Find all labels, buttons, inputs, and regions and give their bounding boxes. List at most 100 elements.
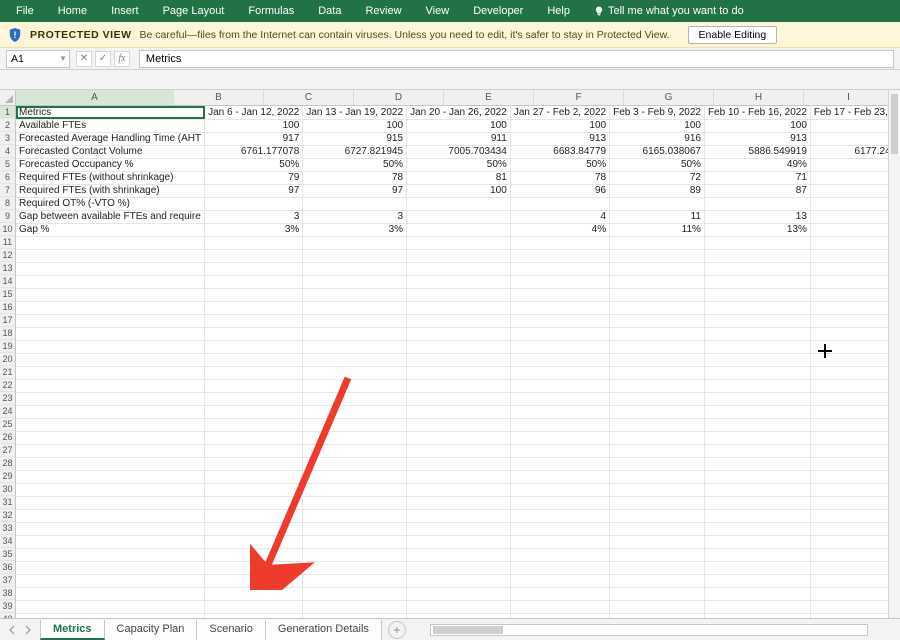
- cell-E30[interactable]: [510, 483, 609, 496]
- cell-F3[interactable]: 916: [610, 132, 705, 145]
- cell-C16[interactable]: [303, 301, 407, 314]
- add-sheet-button[interactable]: +: [388, 621, 406, 639]
- column-headers[interactable]: ABCDEFGHI: [16, 90, 900, 106]
- row-header-15[interactable]: 15: [0, 288, 15, 301]
- enable-editing-button[interactable]: Enable Editing: [688, 26, 778, 44]
- cell-A11[interactable]: [16, 236, 205, 249]
- cell-H36[interactable]: [810, 561, 900, 574]
- cell-H14[interactable]: [810, 275, 900, 288]
- row-header-9[interactable]: 9: [0, 210, 15, 223]
- cell-E39[interactable]: [510, 600, 609, 613]
- cell-F16[interactable]: [610, 301, 705, 314]
- cell-F4[interactable]: 6165.038067: [610, 145, 705, 158]
- column-header-C[interactable]: C: [264, 90, 354, 105]
- cell-G15[interactable]: [704, 288, 810, 301]
- cell-H10[interactable]: 9%: [810, 223, 900, 236]
- cell-C15[interactable]: [303, 288, 407, 301]
- cell-G6[interactable]: 71: [704, 171, 810, 184]
- cell-D31[interactable]: [407, 496, 511, 509]
- cell-D14[interactable]: [407, 275, 511, 288]
- cell-C4[interactable]: 6727.821945: [303, 145, 407, 158]
- cell-D24[interactable]: [407, 405, 511, 418]
- cell-H13[interactable]: [810, 262, 900, 275]
- cell-A3[interactable]: Forecasted Average Handling Time (AHT: [16, 132, 205, 145]
- column-header-F[interactable]: F: [534, 90, 624, 105]
- cell-D6[interactable]: 81: [407, 171, 511, 184]
- row-header-38[interactable]: 38: [0, 587, 15, 600]
- row-header-24[interactable]: 24: [0, 405, 15, 418]
- column-header-B[interactable]: B: [174, 90, 264, 105]
- cell-E10[interactable]: 4%: [510, 223, 609, 236]
- cell-A30[interactable]: [16, 483, 205, 496]
- cell-B39[interactable]: [205, 600, 303, 613]
- confirm-formula-button[interactable]: ✓: [95, 51, 111, 67]
- cell-H28[interactable]: [810, 457, 900, 470]
- cell-C2[interactable]: 100: [303, 119, 407, 132]
- cell-E25[interactable]: [510, 418, 609, 431]
- row-header-32[interactable]: 32: [0, 509, 15, 522]
- cell-E18[interactable]: [510, 327, 609, 340]
- cell-D33[interactable]: [407, 522, 511, 535]
- tab-nav-prev[interactable]: [6, 623, 20, 637]
- cell-E6[interactable]: 78: [510, 171, 609, 184]
- cell-G18[interactable]: [704, 327, 810, 340]
- cell-G3[interactable]: 913: [704, 132, 810, 145]
- ribbon-tab-help[interactable]: Help: [535, 0, 582, 22]
- cell-C20[interactable]: [303, 353, 407, 366]
- cell-H18[interactable]: [810, 327, 900, 340]
- cell-B27[interactable]: [205, 444, 303, 457]
- cell-H38[interactable]: [810, 587, 900, 600]
- cell-B2[interactable]: 100: [205, 119, 303, 132]
- insert-function-button[interactable]: fx: [114, 51, 130, 67]
- cell-G21[interactable]: [704, 366, 810, 379]
- cell-G17[interactable]: [704, 314, 810, 327]
- cell-A33[interactable]: [16, 522, 205, 535]
- cell-C12[interactable]: [303, 249, 407, 262]
- horizontal-scrollbar-thumb[interactable]: [433, 626, 503, 634]
- row-header-25[interactable]: 25: [0, 418, 15, 431]
- ribbon-tab-insert[interactable]: Insert: [99, 0, 151, 22]
- cell-D35[interactable]: [407, 548, 511, 561]
- cell-A32[interactable]: [16, 509, 205, 522]
- cell-E15[interactable]: [510, 288, 609, 301]
- spreadsheet-grid[interactable]: ABCDEFGHI 123456789101112131415161718192…: [0, 90, 900, 618]
- cell-F1[interactable]: Feb 3 - Feb 9, 2022: [610, 106, 705, 119]
- cell-F18[interactable]: [610, 327, 705, 340]
- cell-E24[interactable]: [510, 405, 609, 418]
- row-header-8[interactable]: 8: [0, 197, 15, 210]
- cell-G32[interactable]: [704, 509, 810, 522]
- row-header-18[interactable]: 18: [0, 327, 15, 340]
- row-header-20[interactable]: 20: [0, 353, 15, 366]
- row-header-3[interactable]: 3: [0, 132, 15, 145]
- cell-D27[interactable]: [407, 444, 511, 457]
- cell-A26[interactable]: [16, 431, 205, 444]
- cancel-formula-button[interactable]: ✕: [76, 51, 92, 67]
- cell-B16[interactable]: [205, 301, 303, 314]
- row-header-26[interactable]: 26: [0, 431, 15, 444]
- cell-G19[interactable]: [704, 340, 810, 353]
- column-header-H[interactable]: H: [714, 90, 804, 105]
- cell-A39[interactable]: [16, 600, 205, 613]
- cell-B17[interactable]: [205, 314, 303, 327]
- cell-B1[interactable]: Jan 6 - Jan 12, 2022: [205, 106, 303, 119]
- cell-B31[interactable]: [205, 496, 303, 509]
- column-header-D[interactable]: D: [354, 90, 444, 105]
- cell-A7[interactable]: Required FTEs (with shrinkage): [16, 184, 205, 197]
- row-header-37[interactable]: 37: [0, 574, 15, 587]
- sheet-tab-metrics[interactable]: Metrics: [40, 620, 105, 640]
- cell-G24[interactable]: [704, 405, 810, 418]
- cell-C19[interactable]: [303, 340, 407, 353]
- cell-E17[interactable]: [510, 314, 609, 327]
- cell-C27[interactable]: [303, 444, 407, 457]
- cell-D4[interactable]: 7005.703434: [407, 145, 511, 158]
- cell-G29[interactable]: [704, 470, 810, 483]
- cell-C14[interactable]: [303, 275, 407, 288]
- cell-H7[interactable]: 91: [810, 184, 900, 197]
- cell-D10[interactable]: [407, 223, 511, 236]
- cell-D21[interactable]: [407, 366, 511, 379]
- cell-E5[interactable]: 50%: [510, 158, 609, 171]
- cell-G25[interactable]: [704, 418, 810, 431]
- cell-A36[interactable]: [16, 561, 205, 574]
- cell-A29[interactable]: [16, 470, 205, 483]
- ribbon-tab-developer[interactable]: Developer: [461, 0, 535, 22]
